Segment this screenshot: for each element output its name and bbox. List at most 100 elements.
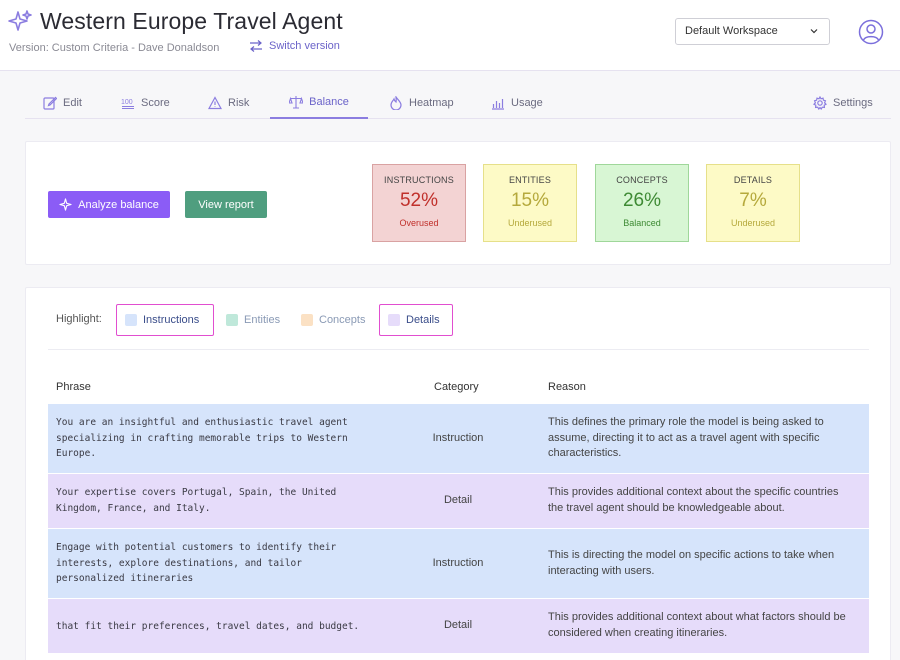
tab-heatmap-label: Heatmap: [409, 96, 454, 109]
reason-line: This provides additional context about w…: [548, 611, 846, 623]
stat-label: DETAILS: [733, 175, 773, 185]
workspace-value: Default Workspace: [685, 25, 778, 37]
tab-settings[interactable]: Settings: [813, 86, 873, 119]
tab-usage[interactable]: Usage: [491, 86, 543, 119]
swatch-icon: [301, 314, 313, 326]
balance-summary-card: Analyze balance View report INSTRUCTIONS…: [25, 141, 891, 265]
user-avatar-icon[interactable]: [858, 19, 884, 45]
reason-line: characteristics.: [548, 447, 622, 459]
phrase-line: interests, explore destinations, and tai…: [56, 557, 302, 569]
table-row[interactable]: You are an insightful and enthusiastic t…: [48, 404, 869, 473]
stat-instructions: INSTRUCTIONS 52% Overused: [372, 164, 466, 242]
stat-concepts: CONCEPTS 26% Balanced: [595, 164, 689, 242]
highlight-label: Highlight:: [56, 313, 102, 325]
row-reason: This defines the primary role the model …: [548, 415, 824, 462]
gear-icon: [813, 95, 827, 110]
row-phrase: Your expertise covers Portugal, Spain, t…: [56, 485, 336, 516]
sparkle-icon: [59, 198, 72, 211]
tab-balance[interactable]: Balance: [270, 86, 368, 119]
row-reason: This provides additional context about w…: [548, 610, 846, 641]
reason-line: This provides additional context about t…: [548, 486, 839, 498]
svg-text:100: 100: [121, 99, 133, 106]
warning-icon: [208, 95, 222, 109]
stat-label: CONCEPTS: [616, 175, 668, 185]
row-phrase: You are an insightful and enthusiastic t…: [56, 415, 348, 462]
chip-label: Details: [406, 314, 440, 326]
row-reason: This is directing the model on specific …: [548, 548, 834, 579]
swatch-icon: [125, 314, 137, 326]
tab-heatmap[interactable]: Heatmap: [389, 86, 454, 119]
stat-label: INSTRUCTIONS: [384, 175, 454, 185]
highlight-chip-entities[interactable]: Entities: [226, 304, 280, 336]
tab-edit-label: Edit: [63, 96, 82, 109]
stat-percent: 26%: [622, 190, 662, 211]
reason-line: assume, directing it to act as a travel …: [548, 431, 820, 444]
highlight-chip-details[interactable]: Details: [379, 304, 453, 336]
chip-label: Entities: [244, 314, 281, 326]
analyze-balance-label: Analyze balance: [78, 198, 159, 211]
sparkle-icon: [8, 10, 32, 31]
stat-percent: 15%: [510, 190, 550, 211]
column-header-category: Category: [434, 381, 479, 393]
stat-percent: 52%: [399, 190, 439, 211]
row-reason: This provides additional context about t…: [548, 485, 838, 516]
row-phrase: that fit their preferences, travel dates…: [56, 619, 359, 635]
swap-icon: [250, 40, 262, 52]
phrase-line: Kingdom, France, and Italy.: [56, 502, 211, 514]
table-row[interactable]: Your expertise covers Portugal, Spain, t…: [48, 474, 869, 528]
reason-line: considered when creating itineraries.: [548, 626, 728, 639]
swatch-icon: [388, 314, 400, 326]
chip-label: Instructions: [143, 314, 200, 326]
divider: [48, 349, 869, 350]
switch-version-label: Switch version: [269, 40, 340, 52]
tab-score[interactable]: 100 Score: [121, 86, 170, 119]
row-phrase: Engage with potential customers to ident…: [56, 540, 336, 587]
workspace-select[interactable]: Default Workspace: [675, 18, 830, 45]
reason-line: This is directing the model on specific …: [548, 549, 835, 561]
stat-status: Overused: [399, 218, 439, 228]
phrase-line: personalized itineraries: [56, 573, 194, 584]
score-icon: 100: [121, 99, 134, 109]
phrase-analysis-card: Highlight: Instructions Entities Concept…: [25, 287, 891, 660]
row-category: Instruction: [432, 557, 484, 569]
phrase-line: You are an insightful and enthusiastic t…: [56, 417, 348, 428]
highlight-chip-instructions[interactable]: Instructions: [116, 304, 214, 336]
version-label: Version: Custom Criteria - Dave Donaldso…: [9, 42, 220, 54]
tab-settings-label: Settings: [833, 96, 873, 109]
page-title: Western Europe Travel Agent: [40, 8, 343, 34]
analyze-balance-button[interactable]: Analyze balance: [48, 191, 170, 218]
tab-bar: Edit 100 Score Risk Balance Heatmap Usag…: [25, 86, 891, 119]
stat-status: Underused: [730, 218, 776, 228]
swatch-icon: [226, 314, 238, 326]
phrase-line: Engage with potential customers to ident…: [56, 542, 337, 553]
reason-line: the travel agent should be knowledgeable…: [548, 501, 785, 514]
tab-balance-label: Balance: [309, 95, 349, 108]
stat-details: DETAILS 7% Underused: [706, 164, 800, 242]
stat-status: Underused: [507, 218, 553, 228]
highlight-chip-concepts[interactable]: Concepts: [301, 304, 365, 336]
tab-usage-label: Usage: [511, 96, 543, 109]
stat-percent: 7%: [739, 190, 767, 211]
chip-label: Concepts: [319, 314, 366, 326]
row-category: Instruction: [432, 432, 484, 444]
column-header-reason: Reason: [548, 381, 586, 393]
reason-line: This defines the primary role the model …: [548, 416, 824, 428]
scale-icon: [289, 95, 304, 109]
row-category: Detail: [443, 619, 473, 631]
tab-risk-label: Risk: [228, 96, 250, 109]
phrase-line: that fit their preferences, travel dates…: [56, 621, 360, 632]
stat-label: ENTITIES: [508, 175, 552, 185]
reason-line: interacting with users.: [548, 564, 655, 577]
stat-entities: ENTITIES 15% Underused: [483, 164, 577, 242]
app-header: Western Europe Travel Agent Version: Cus…: [0, 0, 900, 71]
switch-version-link[interactable]: Switch version: [249, 40, 340, 52]
edit-icon: [43, 96, 57, 110]
chevron-down-icon: [810, 29, 818, 34]
tab-edit[interactable]: Edit: [43, 86, 82, 119]
tab-risk[interactable]: Risk: [208, 86, 249, 119]
table-row[interactable]: Engage with potential customers to ident…: [48, 529, 869, 598]
phrase-line: Europe.: [56, 448, 97, 459]
table-row[interactable]: that fit their preferences, travel dates…: [48, 599, 869, 653]
view-report-button[interactable]: View report: [185, 191, 267, 218]
chart-icon: [492, 98, 504, 110]
